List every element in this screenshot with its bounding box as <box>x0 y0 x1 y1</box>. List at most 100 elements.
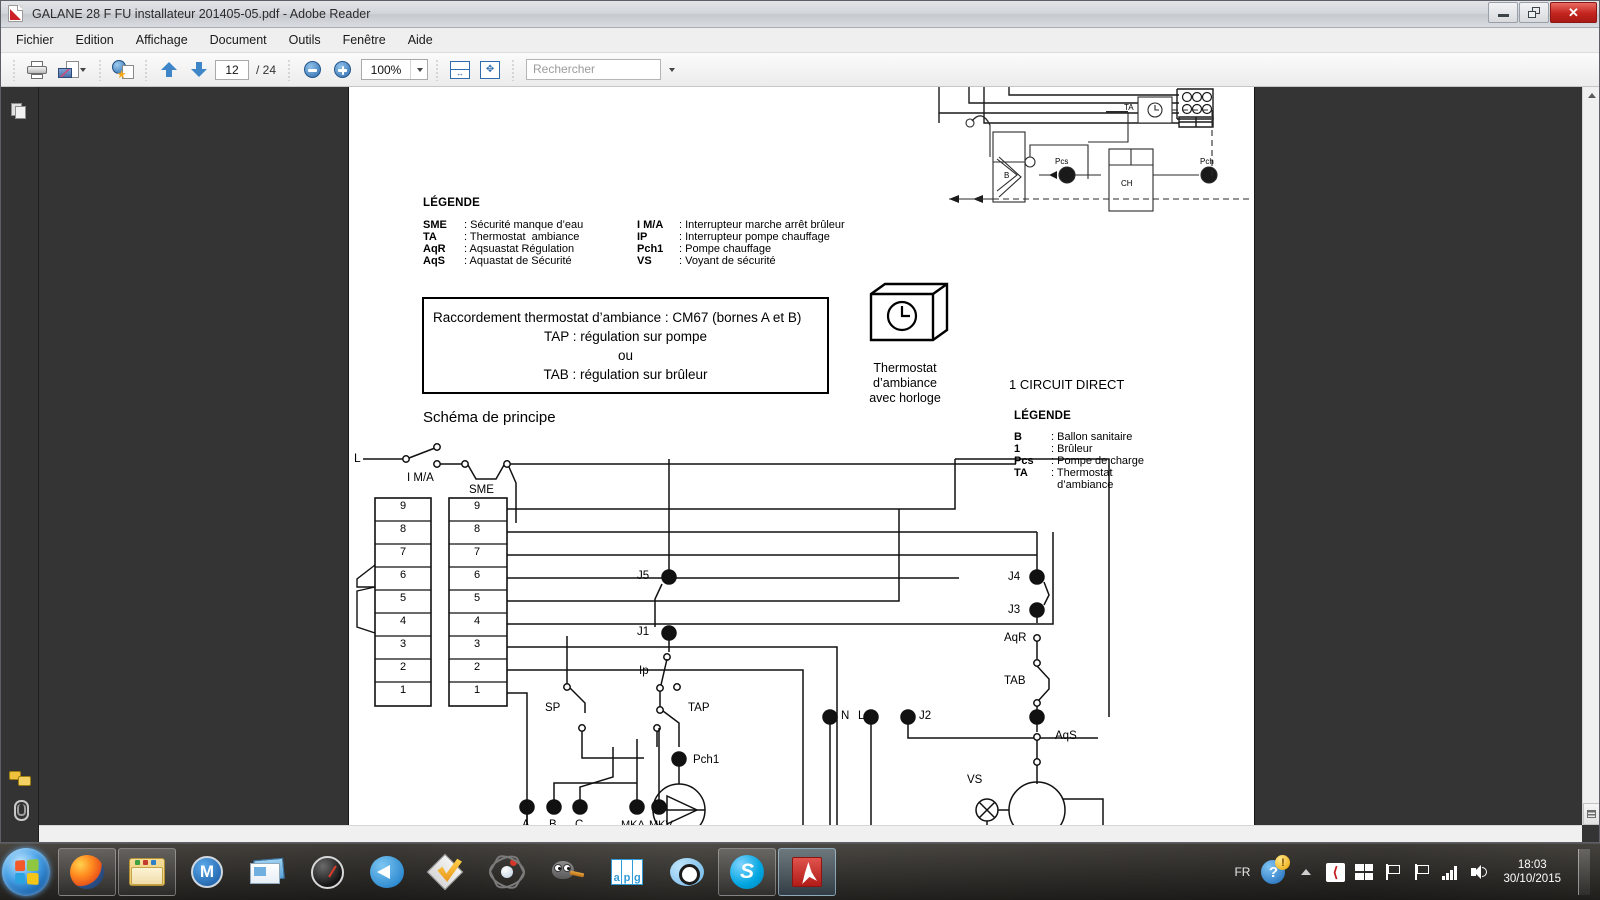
legend-right-key-0: B <box>1014 431 1022 443</box>
paperclip-icon <box>10 799 30 821</box>
schema-label-j4: J4 <box>1008 571 1021 583</box>
menu-fichier[interactable]: Fichier <box>5 30 65 50</box>
zoom-dropdown-button[interactable] <box>410 60 428 79</box>
zoom-level-combobox[interactable]: 100% <box>361 59 429 80</box>
checkmark-icon <box>426 853 464 891</box>
toolbar-separator <box>512 58 515 81</box>
next-page-button[interactable] <box>185 57 213 83</box>
scroll-layout-button[interactable] <box>1583 803 1599 825</box>
taskbar-item-mail[interactable] <box>238 848 296 896</box>
atom-icon <box>491 857 523 887</box>
chevron-up-icon <box>1301 869 1312 875</box>
terminal-left-1: 1 <box>400 684 407 696</box>
taskbar-item-apg[interactable]: apg <box>598 848 656 896</box>
toolbar-separator <box>288 58 291 81</box>
menu-bar: Fichier Edition Affichage Document Outil… <box>1 28 1599 53</box>
taskbar-item-teamviewer[interactable] <box>358 848 416 896</box>
schema-label-j1: J1 <box>637 626 650 638</box>
fit-page-button[interactable]: ✥ <box>476 57 504 83</box>
terminal-right-7: 7 <box>474 546 481 558</box>
legend-left-val-1: : Thermostat ambiance <box>464 231 580 243</box>
page-number-input[interactable]: 12 <box>215 59 249 80</box>
plus-circle-icon <box>333 61 351 78</box>
taskbar-item-mega[interactable]: M <box>178 848 236 896</box>
create-pdf-button[interactable] <box>109 57 137 83</box>
tray-clock[interactable]: 18:03 30/10/2015 <box>1499 858 1565 886</box>
tray-windows-update[interactable] <box>1354 862 1374 882</box>
print-button[interactable] <box>23 57 51 83</box>
tray-show-hidden-button[interactable] <box>1296 862 1316 882</box>
horizontal-scrollbar[interactable] <box>39 825 1582 842</box>
speaker-icon <box>1471 864 1489 880</box>
thermostat-caption-2: d’ambiance <box>873 376 937 390</box>
tray-network-flag[interactable] <box>1412 862 1432 882</box>
taskbar-item-firefox[interactable] <box>58 848 116 896</box>
legend-left2-val-0: : Interrupteur marche arrêt brûleur <box>679 219 845 231</box>
close-button[interactable]: ✕ <box>1550 2 1597 23</box>
taskbar-item-checkmark[interactable] <box>418 848 476 896</box>
menu-document[interactable]: Document <box>199 30 278 50</box>
start-button[interactable] <box>2 848 50 896</box>
legend-left2-key-3: VS <box>637 255 652 267</box>
boxed-note-line-2: TAP : régulation sur pompe <box>543 328 708 344</box>
send-file-button[interactable] <box>53 57 91 83</box>
teamviewer-icon <box>370 856 404 888</box>
toolbar: 12 / 24 100% ↔ ✥ Rechercher <box>1 53 1599 87</box>
tray-action-center[interactable]: ?! <box>1259 855 1291 886</box>
menu-outils[interactable]: Outils <box>278 30 332 50</box>
mega-icon: M <box>191 856 223 888</box>
previous-page-button[interactable] <box>155 57 183 83</box>
taskbar-item-compass[interactable] <box>298 848 356 896</box>
screen: GALANE 28 F FU installateur 201405-05.pd… <box>0 0 1600 900</box>
tray-network[interactable] <box>1441 862 1461 882</box>
taskbar-item-atom[interactable] <box>478 848 536 896</box>
comments-button[interactable] <box>5 764 35 794</box>
menu-aide[interactable]: Aide <box>397 30 444 50</box>
window-title: GALANE 28 F FU installateur 201405-05.pd… <box>32 7 371 21</box>
vertical-scrollbar[interactable] <box>1582 87 1599 825</box>
tray-language[interactable]: FR <box>1234 865 1250 879</box>
show-desktop-button[interactable] <box>1578 849 1590 895</box>
pages-icon <box>11 103 28 121</box>
zoom-in-button[interactable] <box>328 57 356 83</box>
zoom-level-value: 100% <box>370 62 402 77</box>
tray-volume[interactable] <box>1470 862 1490 882</box>
restore-button[interactable] <box>1519 2 1549 23</box>
document-viewport[interactable]: LÉGENDE SME : Sécurité manque d’eau TA :… <box>39 87 1599 842</box>
search-dropdown-button[interactable] <box>663 59 679 80</box>
search-input[interactable]: Rechercher <box>526 59 662 80</box>
flag-icon <box>1414 864 1430 880</box>
envelope-page-icon <box>58 60 79 79</box>
taskbar-item-eye[interactable] <box>658 848 716 896</box>
menu-fenetre[interactable]: Fenêtre <box>332 30 397 50</box>
tray-avira[interactable]: ⟨ <box>1325 862 1345 882</box>
minimize-button[interactable] <box>1488 2 1518 23</box>
taskbar-item-gimp[interactable] <box>538 848 596 896</box>
terminal-right-6: 6 <box>474 569 481 581</box>
windows-flag-icon <box>1355 864 1374 880</box>
skype-icon: S <box>730 855 764 889</box>
menu-edition[interactable]: Edition <box>65 30 125 50</box>
page-total-label: / 24 <box>256 62 277 77</box>
schema-label-N: N <box>841 710 850 722</box>
terminal-right-2: 2 <box>474 661 481 673</box>
zoom-out-button[interactable] <box>298 57 326 83</box>
page-thumbnails-button[interactable] <box>5 97 35 127</box>
legend-left-key-1: TA <box>423 231 437 243</box>
adobe-reader-window: GALANE 28 F FU installateur 201405-05.pd… <box>0 0 1600 843</box>
menu-affichage[interactable]: Affichage <box>125 30 199 50</box>
boxed-note-line-3: ou <box>617 347 634 363</box>
legend-right-key-2: Pcs <box>1014 455 1034 467</box>
fit-width-button[interactable]: ↔ <box>446 57 474 83</box>
taskbar-item-acrobat[interactable] <box>778 848 836 896</box>
tray-safely-remove[interactable] <box>1383 862 1403 882</box>
attachments-button[interactable] <box>5 794 35 824</box>
comment-bubbles-icon <box>8 771 31 787</box>
windows-logo-icon <box>15 859 39 885</box>
taskbar-item-explorer[interactable] <box>118 848 176 896</box>
network-signal-icon <box>1442 864 1460 880</box>
schema-label-j3: J3 <box>1008 604 1021 616</box>
taskbar-item-skype[interactable]: S <box>718 848 776 896</box>
scroll-up-button[interactable] <box>1583 87 1599 104</box>
schema-label-L: L <box>354 451 361 465</box>
